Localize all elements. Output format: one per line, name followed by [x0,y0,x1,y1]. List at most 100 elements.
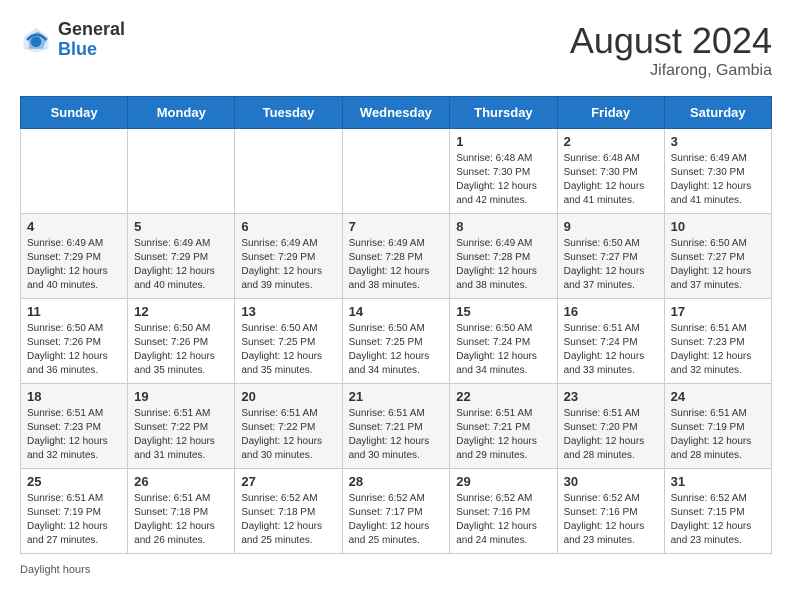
calendar-cell: 30 Sunrise: 6:52 AM Sunset: 7:16 PM Dayli… [557,469,664,554]
day-info: Sunrise: 6:50 AM Sunset: 7:26 PM Dayligh… [27,322,121,378]
calendar-cell: 13Sunrise: 6:50 AM Sunset: 7:25 PM Dayli… [235,299,342,384]
day-number: 29 [456,474,550,489]
day-number: 22 [456,389,550,404]
calendar-week-row: 4 Sunrise: 6:49 AM Sunset: 7:29 PM Daylig… [21,214,772,299]
calendar-cell: 7 Sunrise: 6:49 AM Sunset: 7:28 PM Daylig… [342,214,450,299]
calendar-cell: 1 Sunrise: 6:48 AM Sunset: 7:30 PM Daylig… [450,129,557,214]
day-number: 18 [27,389,121,404]
day-info: Sunrise: 6:50 AM Sunset: 7:27 PM Dayligh… [671,237,765,293]
day-number: 1 [456,134,550,149]
calendar-cell: 12 Sunrise: 6:50 AM Sunset: 7:26 PM Dayli… [128,299,235,384]
calendar-cell [128,129,235,214]
day-info: Sunrise: 6:49 AM Sunset: 7:29 PM Dayligh… [241,237,335,293]
day-number: 20 [241,389,335,404]
calendar-week-row: 25 Sunrise: 6:51 AM Sunset: 7:19 PM Dayli… [21,469,772,554]
day-number: 7 [349,219,444,234]
day-number: 17 [671,304,765,319]
day-info: Sunrise: 6:48 AM Sunset: 7:30 PM Dayligh… [564,152,658,208]
calendar-table: SundayMondayTuesdayWednesdayThursdayFrid… [20,96,772,554]
day-number: 11 [27,304,121,319]
day-info: Sunrise: 6:51 AM Sunset: 7:18 PM Dayligh… [134,492,228,548]
footer-note: Daylight hours [20,564,772,576]
day-info: Sunrise: 6:50 AM Sunset: 7:26 PM Dayligh… [134,322,228,378]
day-number: 10 [671,219,765,234]
page-header: General Blue August 2024 Jifarong, Gambi… [20,20,772,80]
calendar-cell: 6 Sunrise: 6:49 AM Sunset: 7:29 PM Daylig… [235,214,342,299]
weekday-header: Saturday [664,97,771,129]
day-number: 19 [134,389,228,404]
calendar-cell: 29Sunrise: 6:52 AM Sunset: 7:16 PM Dayli… [450,469,557,554]
calendar-cell: 17 Sunrise: 6:51 AM Sunset: 7:23 PM Dayli… [664,299,771,384]
day-info: Sunrise: 6:52 AM Sunset: 7:18 PM Dayligh… [241,492,335,548]
day-number: 30 [564,474,658,489]
day-number: 24 [671,389,765,404]
calendar-cell [342,129,450,214]
calendar-week-row: 11 Sunrise: 6:50 AM Sunset: 7:26 PM Dayli… [21,299,772,384]
calendar-cell: 10 Sunrise: 6:50 AM Sunset: 7:27 PM Dayli… [664,214,771,299]
day-number: 14 [349,304,444,319]
day-info: Sunrise: 6:49 AM Sunset: 7:29 PM Dayligh… [134,237,228,293]
day-info: Sunrise: 6:51 AM Sunset: 7:22 PM Dayligh… [241,407,335,463]
calendar-cell: 23Sunrise: 6:51 AM Sunset: 7:20 PM Dayli… [557,384,664,469]
calendar-cell: 27 Sunrise: 6:52 AM Sunset: 7:18 PM Dayli… [235,469,342,554]
calendar-cell: 21Sunrise: 6:51 AM Sunset: 7:21 PM Dayli… [342,384,450,469]
logo-text: General Blue [58,20,125,60]
day-info: Sunrise: 6:50 AM Sunset: 7:25 PM Dayligh… [349,322,444,378]
day-info: Sunrise: 6:49 AM Sunset: 7:30 PM Dayligh… [671,152,765,208]
day-number: 15 [456,304,550,319]
day-info: Sunrise: 6:51 AM Sunset: 7:23 PM Dayligh… [671,322,765,378]
day-info: Sunrise: 6:48 AM Sunset: 7:30 PM Dayligh… [456,152,550,208]
calendar-cell: 19Sunrise: 6:51 AM Sunset: 7:22 PM Dayli… [128,384,235,469]
day-info: Sunrise: 6:49 AM Sunset: 7:28 PM Dayligh… [349,237,444,293]
day-info: Sunrise: 6:51 AM Sunset: 7:19 PM Dayligh… [27,492,121,548]
day-number: 5 [134,219,228,234]
calendar-cell: 11 Sunrise: 6:50 AM Sunset: 7:26 PM Dayli… [21,299,128,384]
calendar-cell: 2 Sunrise: 6:48 AM Sunset: 7:30 PM Daylig… [557,129,664,214]
location: Jifarong, Gambia [570,62,772,80]
day-number: 6 [241,219,335,234]
title-block: August 2024 Jifarong, Gambia [570,20,772,80]
weekday-header: Thursday [450,97,557,129]
day-info: Sunrise: 6:51 AM Sunset: 7:20 PM Dayligh… [564,407,658,463]
day-info: Sunrise: 6:49 AM Sunset: 7:29 PM Dayligh… [27,237,121,293]
day-number: 12 [134,304,228,319]
calendar-cell [235,129,342,214]
month-year: August 2024 [570,20,772,62]
calendar-cell: 15 Sunrise: 6:50 AM Sunset: 7:24 PM Dayli… [450,299,557,384]
day-info: Sunrise: 6:51 AM Sunset: 7:19 PM Dayligh… [671,407,765,463]
logo: General Blue [20,20,125,60]
calendar-week-row: 1 Sunrise: 6:48 AM Sunset: 7:30 PM Daylig… [21,129,772,214]
calendar-cell: 22 Sunrise: 6:51 AM Sunset: 7:21 PM Dayli… [450,384,557,469]
calendar-week-row: 18 Sunrise: 6:51 AM Sunset: 7:23 PM Dayli… [21,384,772,469]
calendar-cell [21,129,128,214]
calendar-cell: 28 Sunrise: 6:52 AM Sunset: 7:17 PM Dayli… [342,469,450,554]
day-number: 16 [564,304,658,319]
day-info: Sunrise: 6:51 AM Sunset: 7:21 PM Dayligh… [349,407,444,463]
calendar-cell: 5 Sunrise: 6:49 AM Sunset: 7:29 PM Daylig… [128,214,235,299]
day-info: Sunrise: 6:49 AM Sunset: 7:28 PM Dayligh… [456,237,550,293]
day-info: Sunrise: 6:52 AM Sunset: 7:15 PM Dayligh… [671,492,765,548]
calendar-cell: 25 Sunrise: 6:51 AM Sunset: 7:19 PM Dayli… [21,469,128,554]
day-info: Sunrise: 6:52 AM Sunset: 7:16 PM Dayligh… [564,492,658,548]
day-info: Sunrise: 6:51 AM Sunset: 7:24 PM Dayligh… [564,322,658,378]
day-info: Sunrise: 6:51 AM Sunset: 7:21 PM Dayligh… [456,407,550,463]
calendar-cell: 18 Sunrise: 6:51 AM Sunset: 7:23 PM Dayli… [21,384,128,469]
day-number: 25 [27,474,121,489]
day-number: 9 [564,219,658,234]
day-info: Sunrise: 6:50 AM Sunset: 7:27 PM Dayligh… [564,237,658,293]
day-info: Sunrise: 6:52 AM Sunset: 7:17 PM Dayligh… [349,492,444,548]
day-number: 4 [27,219,121,234]
calendar-cell: 20 Sunrise: 6:51 AM Sunset: 7:22 PM Dayli… [235,384,342,469]
calendar-cell: 14 Sunrise: 6:50 AM Sunset: 7:25 PM Dayli… [342,299,450,384]
calendar-cell: 9 Sunrise: 6:50 AM Sunset: 7:27 PM Daylig… [557,214,664,299]
day-number: 27 [241,474,335,489]
day-number: 2 [564,134,658,149]
logo-icon [20,24,52,56]
day-info: Sunrise: 6:50 AM Sunset: 7:24 PM Dayligh… [456,322,550,378]
day-info: Sunrise: 6:51 AM Sunset: 7:23 PM Dayligh… [27,407,121,463]
day-number: 28 [349,474,444,489]
day-number: 8 [456,219,550,234]
day-number: 13 [241,304,335,319]
day-number: 31 [671,474,765,489]
calendar-cell: 26Sunrise: 6:51 AM Sunset: 7:18 PM Dayli… [128,469,235,554]
